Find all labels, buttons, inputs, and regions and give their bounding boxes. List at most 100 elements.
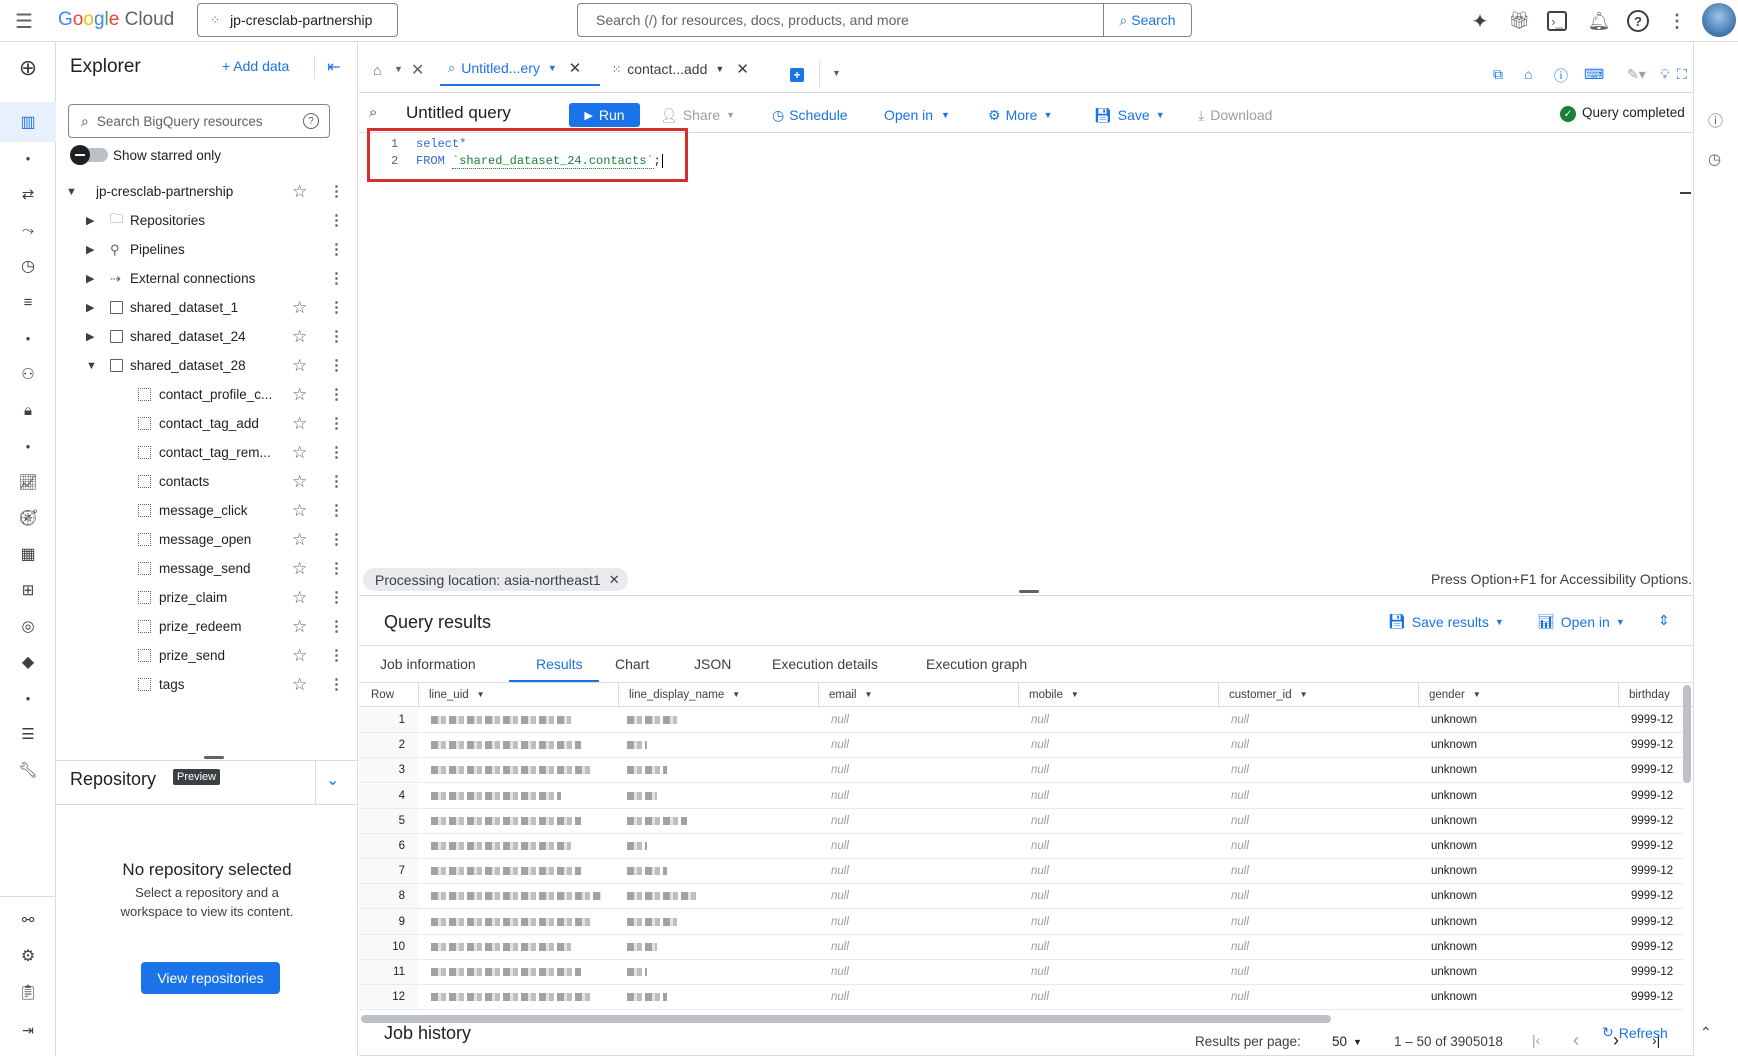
save-button[interactable]: 💾︎ Save ▼ [1094, 104, 1165, 126]
caret-down-icon[interactable]: ▼ [732, 690, 740, 699]
tree-table-item[interactable]: contact_tag_add ☆ ⋮ [56, 409, 358, 438]
resize-handle[interactable] [204, 756, 224, 759]
table-row[interactable]: 9 null null null unknown 9999-12 [359, 909, 1693, 935]
workflow-icon[interactable]: ≡ [16, 290, 40, 314]
column-header[interactable]: line_display_name ▼ [619, 683, 819, 707]
star-icon[interactable]: ☆ [292, 501, 307, 521]
download-button[interactable]: ⤓ Download [1198, 104, 1272, 126]
per-page-select[interactable]: 50 ▼ [1332, 1034, 1362, 1049]
caret-down-icon[interactable]: ▼ [1473, 690, 1481, 699]
explorer-search-input[interactable]: Search BigQuery resources [97, 114, 303, 129]
run-button[interactable]: ▶ Run [569, 103, 640, 127]
tab-execution-details[interactable]: Execution details [772, 656, 878, 682]
tree-item-external-connections[interactable]: ▶ ⇢ External connections ⋮ [56, 264, 358, 293]
help-icon[interactable]: ? [1627, 10, 1649, 32]
star-icon[interactable]: ☆ [292, 559, 307, 579]
monitoring-icon[interactable]: 📈︎ [16, 470, 40, 494]
transfers-icon[interactable]: ⇄ [16, 182, 40, 206]
notifications-icon[interactable]: 🔔︎ [1587, 9, 1611, 33]
history-icon[interactable]: ◷ [1708, 150, 1721, 168]
fullscreen-icon[interactable]: ⛶ [1677, 66, 1687, 83]
compass-icon[interactable]: 🧭︎ [16, 506, 40, 530]
table-row[interactable]: 12 null null null unknown 9999-12 [359, 985, 1693, 1011]
tree-table-item[interactable]: contact_profile_c... ☆ ⋮ [56, 380, 358, 409]
vertical-scrollbar[interactable] [1683, 685, 1691, 783]
caret-down-icon[interactable]: ▼ [715, 64, 724, 74]
open-in-button[interactable]: Open in ▼ [884, 104, 950, 126]
more-vert-icon[interactable]: ⋮ [1667, 9, 1687, 33]
tab-results[interactable]: Results [509, 656, 599, 682]
bigquery-icon[interactable]: ⊕ [16, 55, 40, 80]
tree-table-item[interactable]: prize_claim ☆ ⋮ [56, 583, 358, 612]
more-vert-icon[interactable]: ⋮ [329, 619, 344, 634]
caret-down-icon[interactable]: ▼ [477, 690, 485, 699]
star-icon[interactable]: ☆ [292, 182, 307, 202]
star-icon[interactable]: ☆ [292, 414, 307, 434]
chat-icon[interactable]: ◎ [16, 614, 40, 638]
magic-wand-icon[interactable]: ✎▾ [1627, 66, 1646, 83]
home-icon[interactable]: ⌂ [373, 62, 381, 78]
add-data-button[interactable]: + Add data [222, 58, 289, 74]
refresh-button[interactable]: ↻ Refresh [1602, 1024, 1668, 1041]
tree-dataset-1[interactable]: ▶ shared_dataset_1 ☆ ⋮ [56, 293, 358, 322]
collapse-panel-icon[interactable]: ⇤ [322, 55, 346, 79]
more-vert-icon[interactable]: ⋮ [329, 474, 344, 489]
table-row[interactable]: 3 null null null unknown 9999-12 [359, 758, 1693, 784]
more-button[interactable]: ⚙ More ▼ [988, 104, 1052, 126]
caret-right-icon[interactable]: ▶ [86, 330, 94, 343]
compose-icon[interactable]: ⧉ [1493, 66, 1503, 83]
star-icon[interactable]: ☆ [292, 385, 307, 405]
star-icon[interactable]: ☆ [292, 356, 307, 376]
gift-icon[interactable]: 🎁︎ [1507, 9, 1531, 33]
caret-right-icon[interactable]: ▶ [86, 243, 94, 256]
analytics-icon[interactable]: ⚇ [16, 362, 40, 386]
caret-down-icon[interactable]: ▼ [394, 64, 403, 74]
save-results-button[interactable]: 💾︎ Save results ▼ [1388, 613, 1504, 630]
table-row[interactable]: 8 null null null unknown 9999-12 [359, 884, 1693, 910]
dashboard-icon[interactable]: ▦ [16, 542, 40, 566]
column-header[interactable]: customer_id ▼ [1219, 683, 1419, 707]
list-icon[interactable]: ☰ [16, 722, 40, 746]
tree-table-item[interactable]: prize_redeem ☆ ⋮ [56, 612, 358, 641]
more-vert-icon[interactable]: ⋮ [329, 387, 344, 402]
more-vert-icon[interactable]: ⋮ [329, 271, 344, 286]
table-row[interactable]: 1 null null null unknown 9999-12 [359, 708, 1693, 733]
home-outline-icon[interactable]: ⌂ [1524, 66, 1532, 82]
first-page-icon[interactable]: |‹ [1532, 1032, 1540, 1048]
schedule-button[interactable]: ◷ Schedule [772, 104, 848, 126]
wrench-icon[interactable]: 🔧︎ [16, 758, 40, 782]
tab-execution-graph[interactable]: Execution graph [926, 656, 1027, 682]
search-input[interactable]: Search (/) for resources, docs, products… [578, 12, 1103, 28]
lightbulb-icon[interactable]: 💡︎ [1660, 66, 1670, 83]
more-vert-icon[interactable]: ⋮ [329, 213, 344, 228]
tree-project[interactable]: ▼ jp-cresclab-partnership ☆ ⋮ [56, 177, 358, 206]
star-icon[interactable]: ☆ [292, 588, 307, 608]
scheduled-queries-icon[interactable]: ◷ [16, 254, 40, 278]
starred-toggle[interactable] [70, 145, 108, 165]
close-icon[interactable]: ✕ [609, 572, 620, 588]
table-row[interactable]: 4 null null null unknown 9999-12 [359, 783, 1693, 809]
tab-job-information[interactable]: Job information [380, 656, 476, 682]
more-vert-icon[interactable]: ⋮ [329, 590, 344, 605]
menu-icon[interactable]: ☰ [12, 9, 36, 33]
more-vert-icon[interactable]: ⋮ [329, 416, 344, 431]
more-vert-icon[interactable]: ⋮ [329, 300, 344, 315]
results-open-in-button[interactable]: 📊︎ Open in ▼ [1537, 613, 1625, 630]
tree-table-item[interactable]: tags ☆ ⋮ [56, 670, 358, 699]
more-vert-icon[interactable]: ⋮ [329, 358, 344, 373]
pipeline-icon[interactable]: ⤳ [16, 218, 40, 242]
column-header[interactable]: mobile ▼ [1019, 683, 1219, 707]
tree-table-item[interactable]: prize_send ☆ ⋮ [56, 641, 358, 670]
column-header[interactable]: birthday [1619, 683, 1693, 707]
star-icon[interactable]: ☆ [292, 472, 307, 492]
more-vert-icon[interactable]: ⋮ [329, 561, 344, 576]
project-picker[interactable]: ⁘ jp-cresclab-partnership [197, 3, 398, 37]
table-icon[interactable]: ⊞ [16, 578, 40, 602]
caret-down-icon[interactable]: ▼ [548, 63, 557, 73]
expand-rail-icon[interactable]: ⇥ [16, 1018, 40, 1042]
caret-right-icon[interactable]: ▶ [86, 272, 94, 285]
table-row[interactable]: 5 null null null unknown 9999-12 [359, 808, 1693, 834]
more-vert-icon[interactable]: ⋮ [329, 329, 344, 344]
chevron-down-icon[interactable]: ⌄ [326, 770, 339, 790]
caret-down-icon[interactable]: ▼ [1071, 690, 1079, 699]
